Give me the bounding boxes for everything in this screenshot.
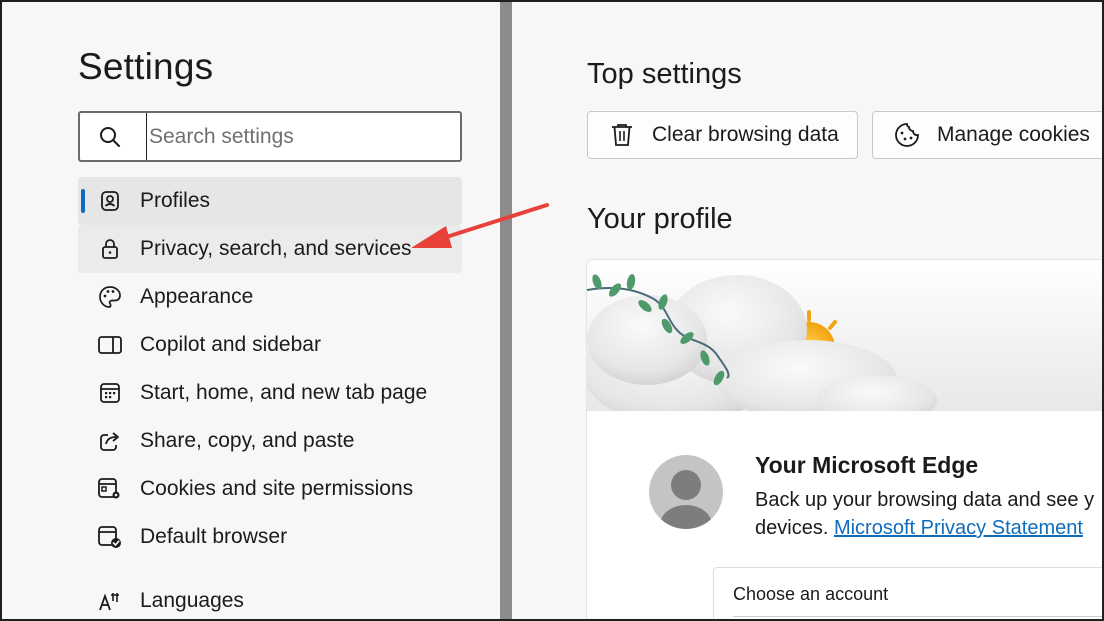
sidebar-item-copilot[interactable]: Copilot and sidebar (78, 321, 462, 369)
profile-card-text-line2: devices. (755, 517, 834, 539)
active-indicator (81, 189, 85, 213)
cookies-permissions-icon (97, 476, 123, 502)
sidebar-item-label: Default browser (140, 525, 288, 548)
search-settings-input[interactable] (146, 113, 446, 160)
sidebar-item-cookies[interactable]: Cookies and site permissions (78, 465, 462, 513)
settings-nav: Profiles Privacy, search, and services A… (78, 177, 462, 621)
sidebar-item-label: Copilot and sidebar (140, 333, 321, 356)
settings-title: Settings (78, 46, 214, 87)
profile-card-text-line1: Back up your browsing data and see y (755, 489, 1095, 511)
cookie-icon (893, 121, 921, 149)
sidebar-item-appearance[interactable]: Appearance (78, 273, 462, 321)
sidebar-item-label: Profiles (140, 189, 211, 212)
share-icon (97, 428, 123, 454)
sidebar-item-label: Appearance (140, 285, 254, 308)
sidebar-item-privacy[interactable]: Privacy, search, and services (78, 225, 462, 273)
choose-account-label: Choose an account (733, 584, 889, 604)
sidebar-item-start-home[interactable]: Start, home, and new tab page (78, 369, 462, 417)
start-page-icon (97, 380, 123, 406)
account-divider (733, 616, 1104, 617)
palette-icon (97, 284, 123, 310)
avatar (649, 455, 723, 529)
sidebar-icon (97, 332, 123, 358)
sidebar-item-default-browser[interactable]: Default browser (78, 513, 462, 561)
settings-main: Top settings Clear browsing data Manage … (512, 0, 1104, 621)
lock-icon (97, 236, 123, 262)
sidebar-item-languages[interactable]: Languages (78, 577, 462, 621)
your-profile-title: Your profile (587, 203, 733, 235)
top-settings-title: Top settings (587, 58, 742, 90)
profile-card-description: Back up your browsing data and see y dev… (755, 486, 1104, 542)
choose-account-panel: Choose an account (713, 567, 1104, 621)
clear-browsing-data-button[interactable]: Clear browsing data (587, 111, 858, 159)
settings-sidebar: Settings Profiles Privacy, search, and s… (0, 0, 500, 621)
sidebar-item-profiles[interactable]: Profiles (78, 177, 462, 225)
search-settings-box[interactable] (78, 111, 462, 162)
sidebar-item-label: Share, copy, and paste (140, 429, 355, 452)
profile-icon (97, 188, 123, 214)
sidebar-item-label: Start, home, and new tab page (140, 381, 428, 404)
trash-icon (608, 121, 636, 149)
profile-banner-illustration (587, 260, 1104, 411)
languages-icon (97, 588, 123, 614)
profile-card-heading: Your Microsoft Edge (755, 452, 979, 478)
search-icon (80, 113, 140, 160)
manage-cookies-button[interactable]: Manage cookies (872, 111, 1104, 159)
profile-card: Your Microsoft Edge Back up your browsin… (587, 260, 1104, 621)
pane-divider[interactable] (500, 0, 512, 621)
clear-browsing-data-label: Clear browsing data (652, 123, 839, 146)
default-browser-icon (97, 524, 123, 550)
sidebar-item-share[interactable]: Share, copy, and paste (78, 417, 462, 465)
sidebar-item-label: Cookies and site permissions (140, 477, 414, 500)
sidebar-item-label: Languages (140, 589, 244, 612)
manage-cookies-label: Manage cookies (937, 123, 1090, 146)
sidebar-item-label: Privacy, search, and services (140, 237, 412, 260)
privacy-statement-link[interactable]: Microsoft Privacy Statement (834, 517, 1083, 539)
